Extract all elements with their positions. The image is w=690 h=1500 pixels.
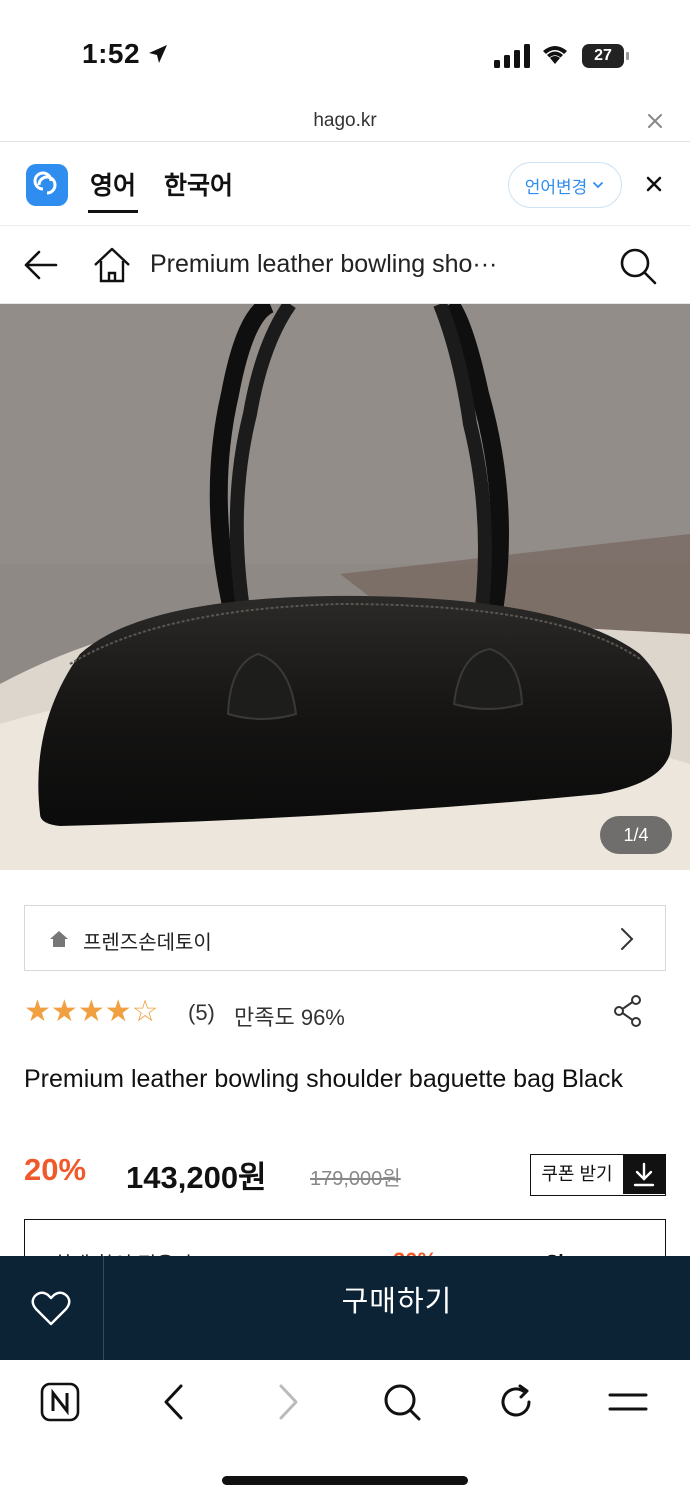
translate-bar: 영어 한국어 언어변경 bbox=[0, 142, 690, 226]
chevron-down-icon bbox=[593, 182, 604, 189]
rating-stars: ★★★★☆ bbox=[24, 994, 159, 1029]
location-arrow-icon bbox=[149, 45, 167, 63]
price-row: 20% 143,200원 179,000원 쿠폰 받기 bbox=[24, 1150, 666, 1200]
tab-english[interactable]: 영어 bbox=[90, 166, 136, 202]
page-title: Premium leather bowling sho··· bbox=[150, 250, 498, 278]
naver-n-icon[interactable] bbox=[40, 1382, 80, 1422]
change-language-button[interactable]: 언어변경 bbox=[508, 162, 622, 208]
back-icon[interactable] bbox=[154, 1382, 194, 1422]
battery-tip bbox=[626, 52, 629, 60]
forward-icon[interactable] bbox=[268, 1382, 308, 1422]
wifi-icon bbox=[543, 46, 567, 64]
status-bar: 1:52 27 bbox=[0, 0, 690, 100]
close-icon[interactable] bbox=[644, 110, 666, 132]
star-filled-icon: ★ bbox=[50, 995, 78, 1028]
translate-logo-icon bbox=[26, 164, 68, 206]
star-empty-icon: ☆ bbox=[131, 995, 159, 1028]
store-home-icon bbox=[50, 931, 68, 947]
original-price: 179,000원 bbox=[310, 1168, 401, 1190]
share-icon[interactable] bbox=[612, 994, 644, 1028]
get-coupon-button[interactable]: 쿠폰 받기 bbox=[530, 1154, 666, 1196]
purchase-bar: 구매하기 bbox=[0, 1256, 690, 1360]
chevron-right-icon bbox=[621, 928, 634, 950]
store-link[interactable]: 프렌즈손데토이 bbox=[24, 905, 666, 971]
menu-icon[interactable] bbox=[608, 1382, 648, 1422]
refresh-icon[interactable] bbox=[496, 1382, 536, 1422]
image-counter: 1/4 bbox=[600, 816, 672, 854]
battery-level: 27 bbox=[582, 44, 624, 68]
search-icon[interactable] bbox=[618, 246, 658, 286]
coupon-label: 쿠폰 받기 bbox=[541, 1164, 613, 1184]
close-translate-icon[interactable] bbox=[642, 172, 666, 196]
browser-url-bar[interactable]: hago.kr bbox=[0, 100, 690, 142]
satisfaction-rate: 만족도 96% bbox=[234, 1005, 345, 1030]
buy-button[interactable]: 구매하기 bbox=[104, 1256, 690, 1360]
tab-active-indicator bbox=[88, 210, 138, 213]
site-header: Premium leather bowling sho··· bbox=[0, 226, 690, 304]
discount-rate: 20% bbox=[24, 1152, 87, 1187]
tab-korean[interactable]: 한국어 bbox=[164, 166, 233, 202]
store-name: 프렌즈손데토이 bbox=[83, 932, 212, 954]
change-language-label: 언어변경 bbox=[524, 177, 588, 197]
product-image[interactable] bbox=[0, 304, 690, 870]
sale-price: 143,200원 bbox=[126, 1160, 267, 1195]
back-arrow-icon[interactable] bbox=[22, 248, 60, 282]
review-count[interactable]: (5) bbox=[188, 1000, 215, 1026]
cellular-signal-icon bbox=[494, 44, 530, 68]
search-icon[interactable] bbox=[382, 1382, 422, 1422]
url-text[interactable]: hago.kr bbox=[0, 110, 690, 132]
product-title: Premium leather bowling shoulder baguett… bbox=[24, 1065, 623, 1093]
home-indicator bbox=[222, 1476, 468, 1485]
star-filled-icon: ★ bbox=[104, 995, 132, 1028]
status-time: 1:52 bbox=[82, 38, 141, 69]
star-filled-icon: ★ bbox=[77, 995, 105, 1028]
heart-icon[interactable] bbox=[30, 1290, 72, 1328]
download-icon bbox=[623, 1155, 665, 1194]
battery-icon: 27 bbox=[582, 44, 630, 68]
home-icon[interactable] bbox=[92, 246, 132, 284]
rating-row: ★★★★☆ (5) 만족도 96% bbox=[24, 994, 666, 1034]
product-photo bbox=[0, 304, 690, 870]
star-filled-icon: ★ bbox=[24, 995, 51, 1028]
